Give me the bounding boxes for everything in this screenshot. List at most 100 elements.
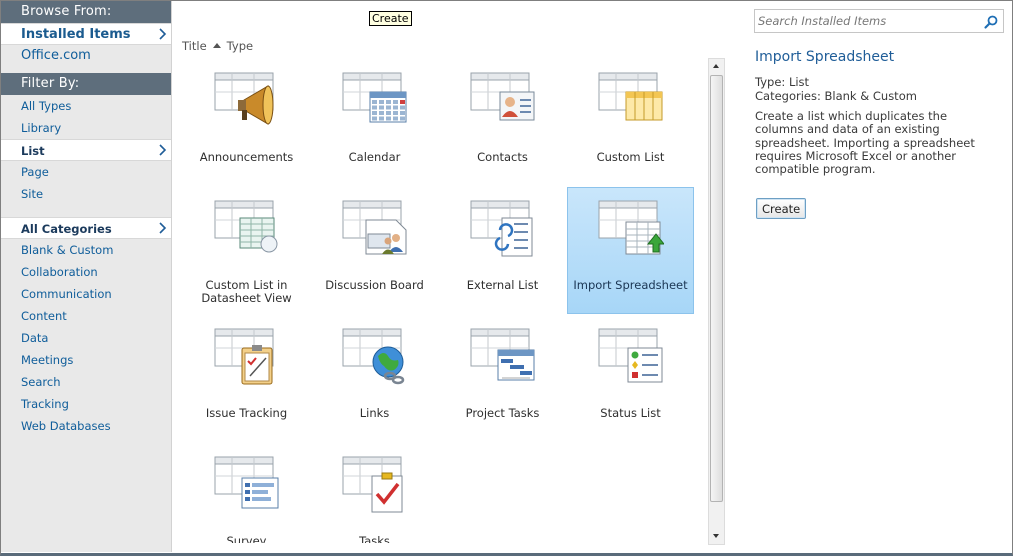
vertical-scrollbar[interactable] <box>708 58 725 545</box>
filter-type-library[interactable]: Library <box>1 117 171 139</box>
filter-category-communication[interactable]: Communication <box>1 283 171 305</box>
template-tile-links[interactable]: Links <box>311 315 438 442</box>
detail-meta: Type: List Categories: Blank & Custom <box>755 75 917 103</box>
nav-item-label: Content <box>21 309 67 323</box>
filter-type-page[interactable]: Page <box>1 161 171 183</box>
filter-type-site[interactable]: Site <box>1 183 171 205</box>
discussion-icon <box>342 200 407 255</box>
chevron-right-icon <box>159 222 167 234</box>
scroll-down-button[interactable] <box>709 529 724 544</box>
left-navigation: Browse From: Installed Items Office.com … <box>1 1 172 552</box>
sort-by-title[interactable]: Title <box>182 39 207 53</box>
template-tile-discussion-board[interactable]: Discussion Board <box>311 187 438 314</box>
browse-from-header: Browse From: <box>1 1 171 23</box>
filter-by-header: Filter By: <box>1 73 171 95</box>
template-tile-status-list[interactable]: Status List <box>567 315 694 442</box>
nav-item-label: Blank & Custom <box>21 243 114 257</box>
detail-pane: Import Spreadsheet Type: List Categories… <box>733 1 1011 552</box>
survey-icon <box>214 456 279 509</box>
detail-description: Create a list which duplicates the colum… <box>755 109 975 177</box>
filter-category-blank-and-custom[interactable]: Blank & Custom <box>1 239 171 261</box>
datasheet-icon <box>214 200 278 253</box>
task-check-icon <box>342 456 403 513</box>
template-gallery: Create Title Type Announcements Calendar Co… <box>172 1 733 552</box>
status-indicators-icon <box>598 328 663 383</box>
filter-category-tracking[interactable]: Tracking <box>1 393 171 415</box>
template-tile-import-spreadsheet[interactable]: Import Spreadsheet <box>567 187 694 314</box>
scroll-up-button[interactable] <box>709 59 724 74</box>
detail-type: Type: List <box>755 75 810 89</box>
tile-label: Discussion Board <box>325 278 424 292</box>
filter-type-list[interactable]: List <box>1 139 171 161</box>
nav-item-label: List <box>21 144 45 158</box>
sort-ascending-icon <box>212 43 221 48</box>
chevron-right-icon <box>159 28 167 40</box>
filter-category-search[interactable]: Search <box>1 371 171 393</box>
tile-label: Import Spreadsheet <box>573 278 688 292</box>
filter-type-all-types[interactable]: All Types <box>1 95 171 117</box>
nav-item-label: Communication <box>21 287 112 301</box>
arrow-down-icon <box>713 534 719 538</box>
search-box <box>754 9 1004 33</box>
template-tile-custom-list[interactable]: Custom List <box>567 59 694 186</box>
nav-item-label: Library <box>21 121 62 135</box>
tile-label: Announcements <box>199 150 294 164</box>
template-tile-calendar[interactable]: Calendar <box>311 59 438 186</box>
chevron-right-icon <box>159 144 167 156</box>
custom-list-icon <box>598 72 663 121</box>
browse-item-office-com[interactable]: Office.com <box>1 45 171 67</box>
tile-label: External List <box>466 278 539 292</box>
filter-category-data[interactable]: Data <box>1 327 171 349</box>
filter-category-content[interactable]: Content <box>1 305 171 327</box>
template-grid: Announcements Calendar Contacts Custom List… <box>183 59 703 543</box>
gantt-icon <box>470 328 535 381</box>
detail-title: Import Spreadsheet <box>755 49 895 65</box>
import-spreadsheet-icon <box>598 200 664 255</box>
tile-label: Status List <box>600 406 661 420</box>
nav-item-label: Collaboration <box>21 265 98 279</box>
nav-item-label: Site <box>21 187 44 201</box>
template-tile-external-list[interactable]: External List <box>439 187 566 314</box>
sort-by-type[interactable]: Type <box>227 39 253 53</box>
nav-item-label: Data <box>21 331 49 345</box>
filter-category-meetings[interactable]: Meetings <box>1 349 171 371</box>
arrow-up-icon <box>713 64 719 68</box>
globe-link-icon <box>342 328 405 385</box>
external-list-icon <box>470 200 533 257</box>
sort-bar: Title Type <box>182 39 259 53</box>
detail-categories: Categories: Blank & Custom <box>755 89 917 103</box>
nav-item-label: All Types <box>21 99 72 113</box>
nav-item-label: Meetings <box>21 353 74 367</box>
template-tile-announcements[interactable]: Announcements <box>183 59 310 186</box>
create-tooltip: Create <box>369 11 412 26</box>
nav-item-label: Page <box>21 165 49 179</box>
template-tile-contacts[interactable]: Contacts <box>439 59 566 186</box>
template-tile-issue-tracking[interactable]: Issue Tracking <box>183 315 310 442</box>
tile-label: Issue Tracking <box>205 406 288 420</box>
tile-label: Contacts <box>477 150 528 164</box>
template-tile-custom-list-in-datasheet-view[interactable]: Custom List in Datasheet View <box>183 187 310 314</box>
tile-label: Tasks <box>359 534 390 544</box>
filter-category-collaboration[interactable]: Collaboration <box>1 261 171 283</box>
template-tile-project-tasks[interactable]: Project Tasks <box>439 315 566 442</box>
search-input[interactable] <box>758 13 973 29</box>
clipboard-check-icon <box>214 328 274 385</box>
filter-category-all-categories[interactable]: All Categories <box>1 217 171 239</box>
tile-label: Custom List <box>596 150 665 164</box>
filter-category-web-databases[interactable]: Web Databases <box>1 415 171 437</box>
nav-item-label: Search <box>21 375 61 389</box>
template-tile-survey[interactable]: Survey <box>183 443 310 543</box>
nav-item-label: Web Databases <box>21 419 111 433</box>
search-icon[interactable] <box>983 14 999 30</box>
create-button[interactable]: Create <box>756 198 807 219</box>
template-tile-tasks[interactable]: Tasks <box>311 443 438 543</box>
tile-label: Survey <box>226 534 267 544</box>
tile-label: Links <box>359 406 390 420</box>
calendar-icon <box>342 72 407 123</box>
tile-label: Custom List in Datasheet View <box>201 278 292 305</box>
browse-item-label: Office.com <box>21 48 91 63</box>
browse-item-installed[interactable]: Installed Items <box>1 23 171 45</box>
nav-item-label: All Categories <box>21 222 112 236</box>
megaphone-icon <box>214 72 274 125</box>
scroll-thumb[interactable] <box>710 75 723 502</box>
